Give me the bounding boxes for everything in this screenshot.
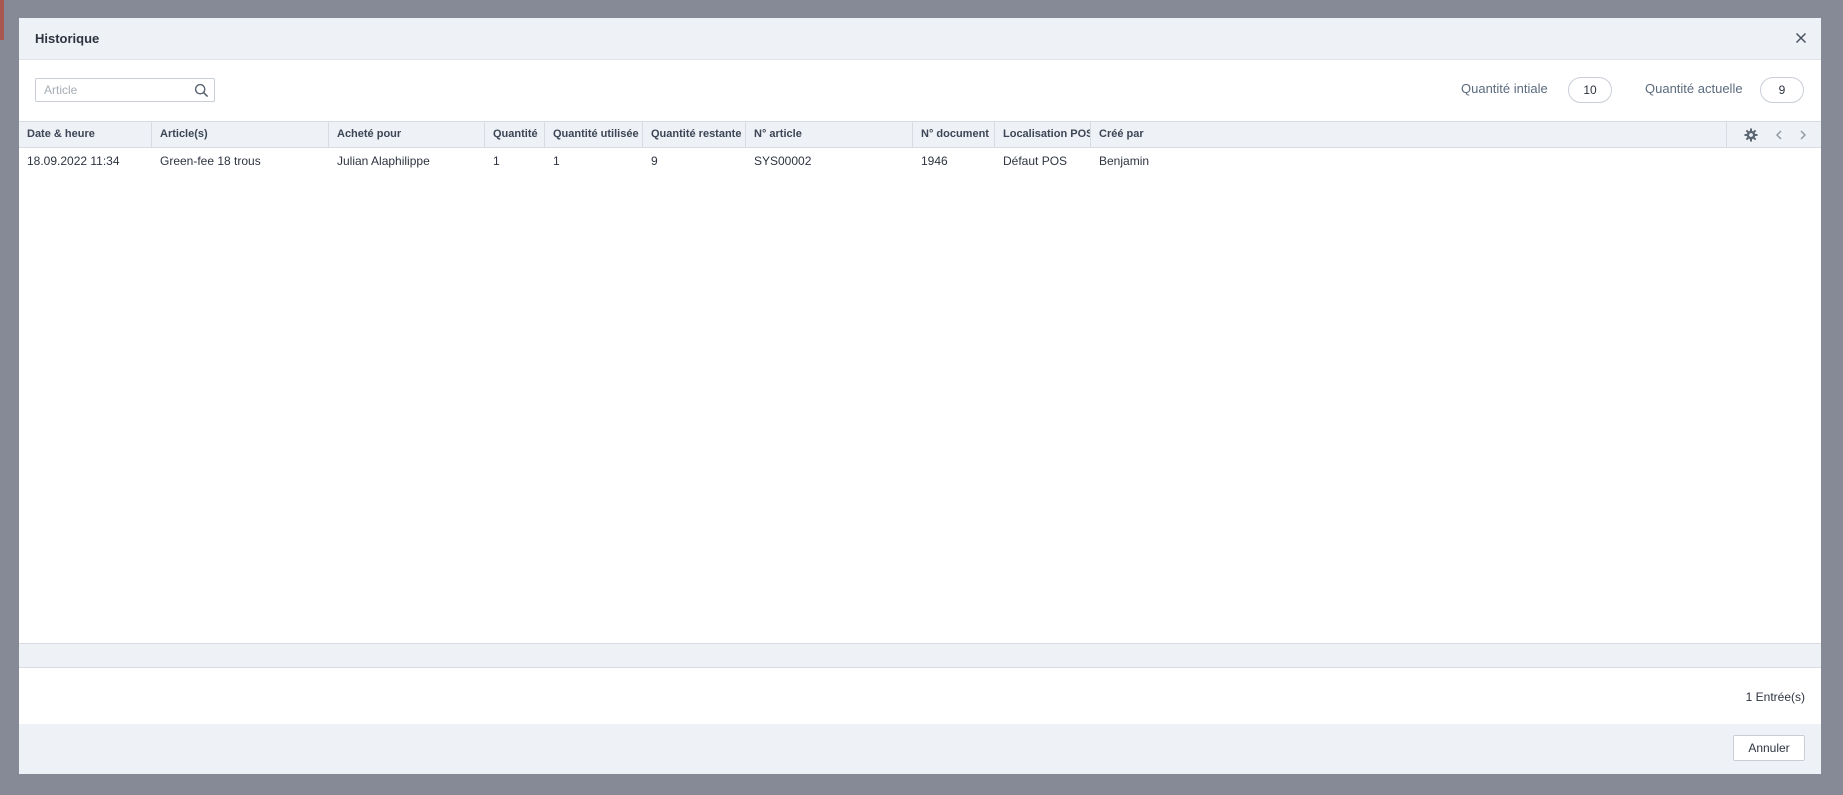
gear-icon[interactable] [1743,127,1759,143]
column-quantite-restante[interactable]: Quantité restante [643,122,746,147]
cell-articles: Green-fee 18 trous [160,154,261,168]
column-numero-article[interactable]: N° article [746,122,913,147]
cell-quantite-utilisee: 1 [553,154,560,168]
column-quantite-utilisee[interactable]: Quantité utilisée [545,122,643,147]
dialog-header: Historique [19,18,1821,60]
entries-count: 1 Entrée(s) [1745,690,1805,704]
cell-achete-pour: Julian Alaphilippe [337,154,430,168]
cell-quantite-restante: 9 [651,154,658,168]
chevron-right-icon[interactable] [1795,127,1811,143]
column-quantite[interactable]: Quantité [485,122,545,147]
chevron-left-icon[interactable] [1771,127,1787,143]
cell-numero-document: 1946 [921,154,948,168]
dialog-title: Historique [35,31,100,46]
initial-quantity-value: 10 [1568,77,1612,103]
table-footer-bar [19,643,1821,668]
table-tools [1726,122,1821,147]
background-app-strip [0,0,4,40]
cell-localisation-pos: Défaut POS [1003,154,1068,168]
column-achete-pour[interactable]: Acheté pour [329,122,485,147]
close-icon[interactable] [1791,28,1811,48]
cell-numero-article: SYS00002 [754,154,812,168]
current-quantity-label: Quantité actuelle [1645,81,1743,96]
column-cree-par[interactable]: Créé par [1091,122,1211,147]
dialog-footer: Annuler [19,724,1821,774]
column-date-heure[interactable]: Date & heure [19,122,152,147]
cell-cree-par: Benjamin [1099,154,1150,168]
cell-quantite: 1 [493,154,500,168]
search-icon[interactable] [194,83,209,98]
column-numero-document[interactable]: N° document [913,122,995,147]
initial-quantity-label: Quantité intiale [1461,81,1548,96]
column-articles[interactable]: Article(s) [152,122,329,147]
history-dialog: Historique Quantité intiale 10 Quantité … [19,18,1821,774]
column-localisation-pos[interactable]: Localisation POS [995,122,1091,147]
history-table: Date & heure Article(s) Acheté pour Quan… [19,121,1821,661]
cancel-button[interactable]: Annuler [1733,735,1805,761]
cell-date-heure: 18.09.2022 11:34 [27,154,120,168]
table-header: Date & heure Article(s) Acheté pour Quan… [19,122,1821,148]
current-quantity-value: 9 [1760,77,1804,103]
article-search-field[interactable] [35,78,215,102]
search-input[interactable] [44,82,184,98]
table-row[interactable]: 18.09.2022 11:34 Green-fee 18 trous Juli… [19,148,1821,174]
